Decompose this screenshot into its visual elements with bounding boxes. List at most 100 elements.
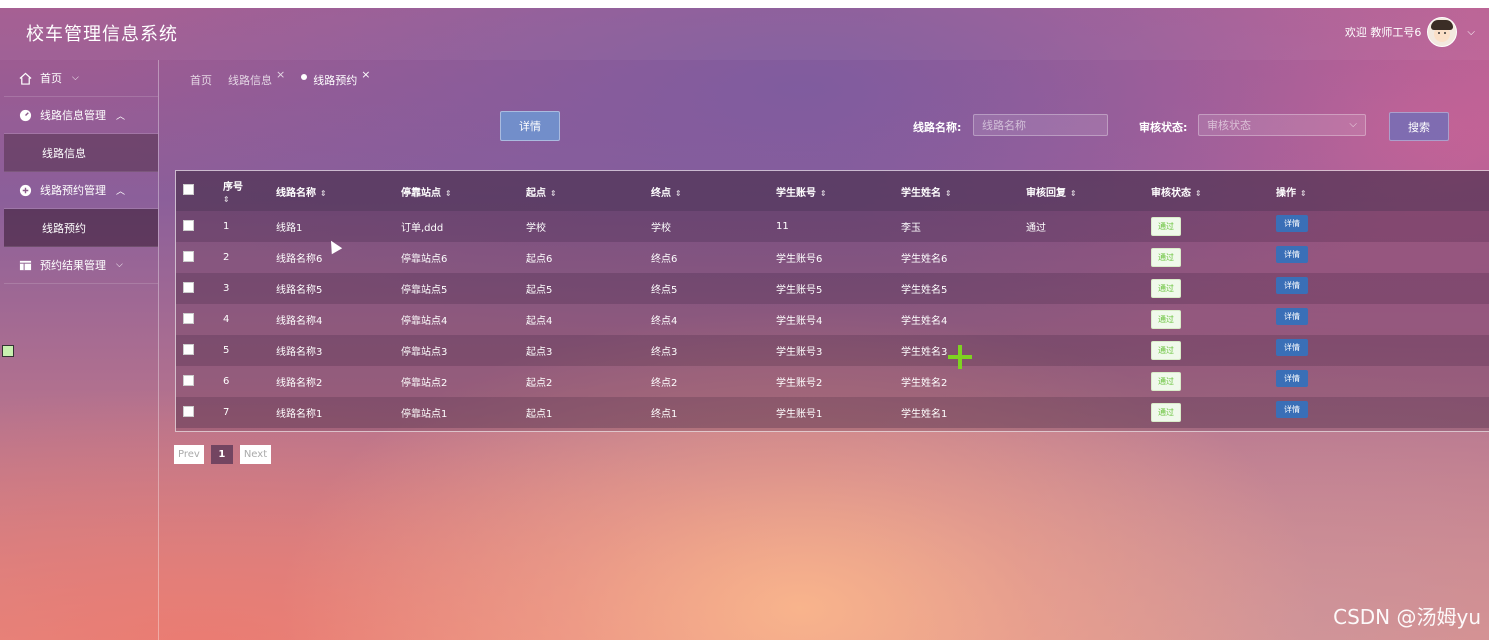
sidebar-item-home[interactable]: 首页 ⌵ [4, 60, 158, 97]
table-row: 2 线路名称6 停靠站点6 起点6 终点6 学生账号6 学生姓名6 通过 详情 [176, 242, 1489, 273]
next-page-button[interactable]: Next [239, 445, 272, 464]
cell-student-account: 学生账号4 [776, 316, 823, 327]
header-review-reply[interactable]: 审核回复 [1026, 188, 1066, 199]
row-checkbox[interactable] [183, 312, 194, 324]
cell-student-account: 学生账号2 [776, 378, 823, 389]
cell-start: 起点6 [526, 254, 553, 265]
cell-student-name: 学生姓名6 [901, 254, 948, 265]
cell-start: 起点1 [526, 409, 553, 420]
sort-icon[interactable]: ⇕ [445, 189, 452, 198]
row-checkbox[interactable] [183, 374, 194, 386]
header-student-name[interactable]: 学生姓名 [901, 188, 941, 199]
resize-handle[interactable] [2, 345, 14, 357]
sort-icon[interactable]: ⇕ [1300, 189, 1307, 198]
header-review-status[interactable]: 审核状态 [1151, 188, 1191, 199]
cell-seq: 6 [223, 376, 230, 387]
prev-page-button[interactable]: Prev [174, 445, 204, 464]
row-detail-button[interactable]: 详情 [1276, 215, 1308, 232]
table-icon [18, 258, 32, 272]
chevron-down-icon[interactable]: ⌵ [1467, 27, 1475, 38]
sort-icon[interactable]: ⇕ [1070, 189, 1077, 198]
sort-icon[interactable]: ⇕ [675, 189, 682, 198]
home-icon [18, 71, 32, 85]
cell-start: 起点2 [526, 378, 553, 389]
sidebar-item-label: 首页 [40, 72, 62, 85]
chevron-up-icon: ︿ [116, 186, 126, 197]
cell-student-account: 11 [776, 221, 789, 232]
row-checkbox[interactable] [183, 281, 194, 293]
cell-route-name: 线路名称5 [276, 285, 323, 296]
cell-seq: 5 [223, 345, 230, 356]
row-checkbox[interactable] [183, 405, 194, 417]
sidebar-item-booking-result-mgmt[interactable]: 预约结果管理 ⌵ [4, 247, 158, 284]
row-checkbox[interactable] [183, 250, 194, 262]
cell-stops: 停靠站点6 [401, 254, 448, 265]
sort-icon[interactable]: ⇕ [320, 189, 327, 198]
sort-icon[interactable]: ⇕ [820, 189, 827, 198]
select-all-checkbox[interactable] [183, 184, 194, 195]
header-end[interactable]: 终点 [651, 188, 671, 199]
cell-review-reply [1026, 335, 1151, 366]
status-select[interactable]: 审核状态 ⌵ [1198, 114, 1366, 136]
row-checkbox[interactable] [183, 219, 194, 231]
cell-student-name: 学生姓名4 [901, 316, 948, 327]
cell-review-reply: 通过 [1026, 223, 1046, 234]
sidebar-item-route-booking[interactable]: 线路预约 [4, 209, 158, 247]
cell-review-reply [1026, 397, 1151, 428]
cell-seq: 4 [223, 314, 230, 325]
row-detail-button[interactable]: 详情 [1276, 339, 1308, 356]
header-student-account[interactable]: 学生账号 [776, 188, 816, 199]
header-actions: 操作 [1276, 187, 1296, 199]
header-route-name[interactable]: 线路名称 [276, 188, 316, 199]
close-icon[interactable]: × [276, 68, 285, 81]
cell-route-name: 线路1 [276, 223, 303, 234]
cell-seq: 7 [223, 407, 230, 418]
user-menu[interactable]: 欢迎 教师工号6 ⌵ [1345, 16, 1475, 48]
cell-start: 起点4 [526, 316, 553, 327]
row-detail-button[interactable]: 详情 [1276, 370, 1308, 387]
sort-icon[interactable]: ⇕ [223, 195, 276, 204]
sidebar-item-label: 预约结果管理 [40, 259, 106, 272]
table-row: 6 线路名称2 停靠站点2 起点2 终点2 学生账号2 学生姓名2 通过 详情 [176, 366, 1489, 397]
row-detail-button[interactable]: 详情 [1276, 401, 1308, 418]
row-checkbox[interactable] [183, 343, 194, 355]
close-icon[interactable]: × [361, 68, 370, 81]
header-start[interactable]: 起点 [526, 188, 546, 199]
cell-student-name: 学生姓名5 [901, 285, 948, 296]
sort-icon[interactable]: ⇕ [550, 189, 557, 198]
search-button[interactable]: 搜索 [1389, 112, 1449, 141]
cell-seq: 2 [223, 252, 230, 263]
detail-button[interactable]: 详情 [500, 111, 560, 141]
cell-review-reply [1026, 273, 1151, 304]
watermark: CSDN @汤姆yu [1333, 605, 1481, 629]
cell-stops: 订单,ddd [401, 223, 444, 234]
cell-review-reply [1026, 242, 1151, 273]
dashboard-icon [18, 108, 32, 122]
header-seq: 序号 [223, 182, 243, 193]
cell-start: 学校 [526, 223, 546, 234]
sort-icon[interactable]: ⇕ [1195, 189, 1202, 198]
route-name-input[interactable]: 线路名称 [973, 114, 1108, 136]
status-badge: 通过 [1151, 341, 1181, 360]
move-cursor-icon [948, 345, 972, 369]
sidebar-item-route-booking-mgmt[interactable]: 线路预约管理 ︿ [4, 172, 158, 209]
sort-icon[interactable]: ⇕ [945, 189, 952, 198]
row-detail-button[interactable]: 详情 [1276, 308, 1308, 325]
tab-route-info[interactable]: 线路信息 × [228, 68, 285, 88]
row-detail-button[interactable]: 详情 [1276, 277, 1308, 294]
tab-home[interactable]: 首页 [190, 72, 212, 88]
cell-route-name: 线路名称1 [276, 409, 323, 420]
sidebar-item-route-info-mgmt[interactable]: 线路信息管理 ︿ [4, 97, 158, 134]
sidebar-item-label: 线路预约管理 [40, 184, 106, 197]
current-page[interactable]: 1 [210, 445, 233, 464]
tab-route-booking[interactable]: 线路预约 × [301, 68, 370, 88]
route-name-label: 线路名称: [913, 121, 962, 134]
status-badge: 通过 [1151, 310, 1181, 329]
header-stops[interactable]: 停靠站点 [401, 188, 441, 199]
sidebar-item-route-info[interactable]: 线路信息 [4, 134, 158, 172]
top-header: 校车管理信息系统 欢迎 教师工号6 ⌵ [0, 8, 1489, 60]
avatar[interactable] [1427, 17, 1458, 47]
table-row: 5 线路名称3 停靠站点3 起点3 终点3 学生账号3 学生姓名3 通过 详情 [176, 335, 1489, 366]
cell-end: 终点2 [651, 378, 678, 389]
row-detail-button[interactable]: 详情 [1276, 246, 1308, 263]
